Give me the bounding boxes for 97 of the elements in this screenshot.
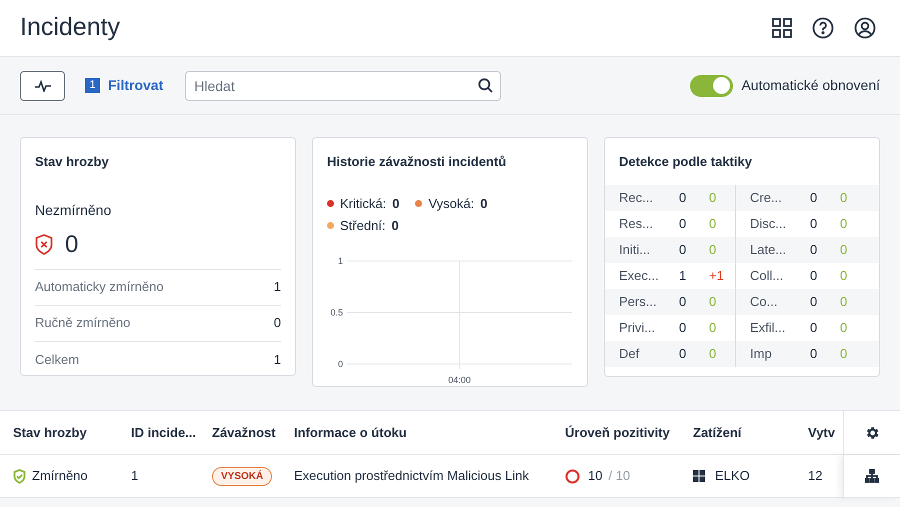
tactic-change: 0 bbox=[840, 318, 848, 337]
ring-icon bbox=[565, 468, 580, 484]
column-header[interactable]: Stav hrozby bbox=[13, 422, 131, 442]
tactic-name: Cre... bbox=[750, 188, 783, 207]
tactic-name: Def bbox=[619, 344, 640, 363]
unmitigated-label: Nezmírněno bbox=[35, 200, 112, 220]
tactic-change: 0 bbox=[840, 292, 848, 311]
column-header[interactable]: Zatížení bbox=[693, 422, 808, 442]
tactic-name: Initi... bbox=[619, 240, 652, 259]
incident-id: 1 bbox=[131, 467, 138, 486]
apps-grid-icon[interactable] bbox=[772, 18, 792, 38]
topology-button[interactable] bbox=[843, 455, 900, 498]
auto-refresh-toggle[interactable] bbox=[690, 74, 734, 96]
windows-logo-icon bbox=[693, 470, 705, 482]
created-value: 12 bbox=[808, 467, 822, 486]
tactic-change: 0 bbox=[840, 344, 848, 363]
tactic-name: Exec... bbox=[619, 266, 660, 285]
page-title: Incidenty bbox=[20, 12, 120, 44]
user-account-icon[interactable] bbox=[854, 17, 876, 39]
column-header[interactable]: ID incide... bbox=[131, 422, 212, 442]
tactic-change: 0 bbox=[709, 318, 716, 337]
y-tick-label: 1 bbox=[338, 256, 343, 266]
legend-count: 0 bbox=[392, 217, 399, 235]
card-title: Historie závažnosti incidentů bbox=[327, 153, 508, 171]
unmitigated-count: 0 bbox=[65, 230, 78, 260]
tactic-count: 0 bbox=[810, 344, 818, 363]
positivity-max: / 10 bbox=[608, 467, 630, 486]
status-count: 1 bbox=[274, 278, 281, 296]
filter-count-badge: 1 bbox=[85, 78, 100, 93]
search-icon[interactable] bbox=[478, 78, 494, 92]
severity-badge: VYSOKÁ bbox=[212, 466, 272, 486]
tactic-count: 0 bbox=[810, 240, 818, 259]
pulse-icon bbox=[34, 80, 50, 92]
status-label: Celkem bbox=[35, 350, 80, 369]
tactic-change: 0 bbox=[840, 240, 848, 259]
auto-refresh-label: Automatické obnovení bbox=[741, 76, 880, 95]
tactic-name: Rec... bbox=[619, 188, 654, 207]
tactic-count: 0 bbox=[679, 240, 688, 259]
tactic-count: 0 bbox=[810, 214, 818, 233]
tactic-count: 0 bbox=[679, 344, 688, 363]
tactic-count: 0 bbox=[679, 214, 688, 233]
tactic-name: Res... bbox=[619, 214, 654, 233]
tactic-name: Co... bbox=[750, 292, 778, 311]
y-tick-label: 0 bbox=[338, 358, 343, 368]
card-title: Stav hrozby bbox=[35, 153, 110, 171]
status-label: Ručně zmírněno bbox=[35, 314, 130, 332]
attack-info: Execution prostřednictvím Malicious Link bbox=[294, 467, 529, 486]
tactic-change: 0 bbox=[840, 214, 848, 233]
tactic-count: 0 bbox=[810, 266, 818, 285]
legend-label: Kritická: bbox=[340, 194, 386, 212]
tactic-name: Imp bbox=[750, 344, 773, 363]
status-count: 0 bbox=[274, 314, 281, 332]
column-header[interactable]: Úroveň pozitivity bbox=[565, 422, 693, 442]
filter-button[interactable]: 1 Filtrovat bbox=[85, 75, 164, 96]
status-label: Automaticky zmírněno bbox=[35, 278, 164, 296]
tactic-count: 0 bbox=[810, 318, 818, 337]
tactic-name: Late... bbox=[750, 240, 788, 259]
tactic-name: Exfil... bbox=[750, 318, 786, 337]
tactic-name: Coll... bbox=[750, 266, 784, 285]
tactic-count: 1 bbox=[679, 266, 688, 285]
tactic-change: 0 bbox=[709, 292, 716, 311]
x-tick-label: 04:00 bbox=[448, 374, 471, 384]
tactic-change: 0 bbox=[840, 188, 848, 207]
tactic-change: 0 bbox=[709, 344, 716, 363]
tactic-count: 0 bbox=[679, 292, 688, 311]
legend-count: 0 bbox=[392, 194, 400, 212]
tactic-change: 0 bbox=[709, 188, 716, 207]
column-header[interactable]: Informace o útoku bbox=[294, 422, 565, 442]
tactic-change: 0 bbox=[709, 214, 716, 233]
card-title: Detekce podle taktiky bbox=[618, 153, 753, 171]
legend-label: Střední: bbox=[340, 217, 386, 235]
tactic-change: 0 bbox=[840, 266, 848, 285]
help-icon[interactable] bbox=[812, 17, 834, 39]
search-field[interactable]: Hledat bbox=[185, 70, 502, 100]
workload-name: ELKO bbox=[715, 467, 750, 486]
tactic-count: 0 bbox=[810, 188, 818, 207]
shield-x-icon bbox=[35, 234, 53, 255]
tactic-name: Privi... bbox=[619, 318, 656, 337]
tactic-count: 0 bbox=[810, 292, 818, 311]
tactic-name: Disc... bbox=[750, 214, 788, 233]
settings-icon bbox=[864, 424, 880, 440]
tactic-name: Pers... bbox=[619, 292, 658, 311]
status-count: 1 bbox=[274, 350, 281, 369]
tactic-change: 0 bbox=[709, 240, 716, 259]
legend-count: 0 bbox=[480, 194, 488, 212]
activity-button[interactable] bbox=[20, 70, 65, 100]
tactic-change: +1 bbox=[709, 266, 724, 285]
tactic-count: 0 bbox=[679, 188, 688, 207]
hierarchy-icon bbox=[865, 469, 879, 483]
shield-check-icon bbox=[13, 468, 26, 484]
column-header[interactable]: Vytv bbox=[808, 422, 838, 442]
threat-status-text: Zmírněno bbox=[32, 467, 88, 486]
positivity-score: 10 bbox=[588, 467, 602, 486]
tactic-count: 0 bbox=[679, 318, 688, 337]
y-tick-label: 0.5 bbox=[330, 307, 343, 317]
legend-label: Vysoká: bbox=[428, 194, 474, 213]
column-header[interactable]: Závažnost bbox=[212, 422, 294, 442]
